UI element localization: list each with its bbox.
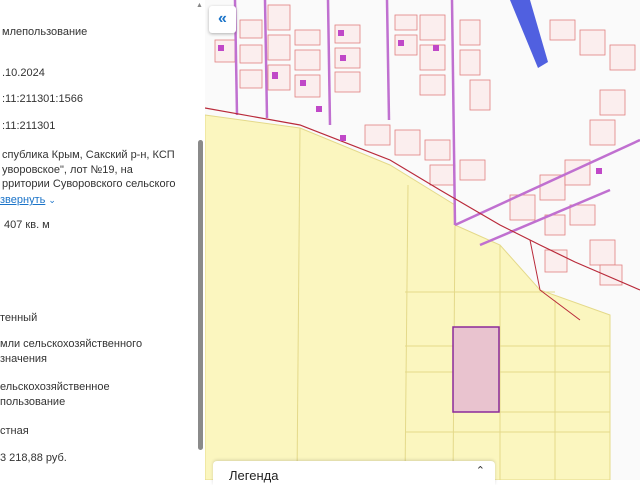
cadastral-quarter-value: :11:211301 [2, 120, 56, 132]
expand-address-link[interactable]: звернуть ⌄ [0, 193, 56, 208]
cadastral-cost-value: 3 218,88 руб. [0, 452, 67, 464]
category-line-2: значения [0, 353, 48, 365]
cadastral-map[interactable] [205, 0, 640, 480]
date-value: .10.2024 [2, 67, 45, 79]
address-line-2: уворовское", лот №19, на [2, 164, 133, 176]
address-line-1: спублика Крым, Сакский р-н, КСП [2, 149, 175, 161]
legend-title: Легенда [229, 468, 279, 483]
scroll-up-arrow[interactable]: ▲ [196, 2, 203, 9]
address-line-3: рритории Суворовского сельского [2, 178, 176, 190]
map-canvas [205, 0, 640, 480]
status-value: тенный [0, 312, 38, 324]
area-value: 407 кв. м [4, 219, 50, 231]
chevron-down-icon: ⌄ [48, 195, 56, 205]
selected-parcel [452, 326, 500, 413]
cadastral-number-value: :11:211301:1566 [2, 93, 83, 105]
sidebar-scrollbar[interactable] [198, 140, 203, 450]
category-line-1: мли сельскохозяйственного [0, 338, 143, 350]
permitted-use-line-1: ельскохозяйственное [0, 381, 110, 393]
permitted-use-line-2: пользование [0, 396, 66, 408]
blue-block [510, 0, 548, 68]
legend-panel[interactable]: Легенда ⌃ [213, 461, 495, 485]
land-use-value: млепользование [2, 26, 88, 38]
collapse-sidebar-button[interactable]: « [209, 6, 236, 33]
legend-toggle-icon[interactable]: ⌃ [476, 464, 485, 477]
ownership-value: стная [0, 425, 29, 437]
sidebar-info-panel: млепользование .10.2024 :11:211301:1566 … [0, 0, 206, 480]
expand-label[interactable]: звернуть [0, 194, 45, 206]
